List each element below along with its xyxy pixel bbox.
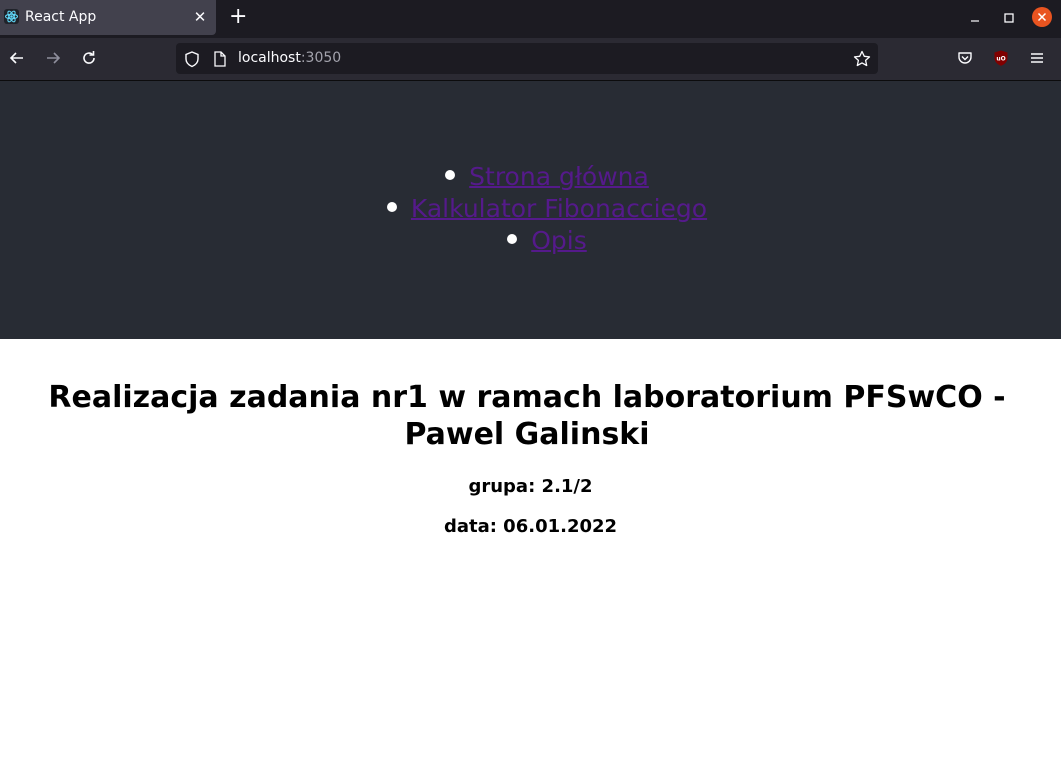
nav-item-home: Strona główna	[0, 161, 1061, 193]
minimize-icon[interactable]	[965, 8, 985, 28]
forward-arrow-icon[interactable]	[43, 48, 63, 68]
tab-strip: React App ✕ +	[0, 0, 1061, 38]
react-favicon-icon	[4, 9, 19, 24]
nav-link-description[interactable]: Opis	[531, 226, 587, 255]
nav-list: Strona główna Kalkulator Fibonacciego Op…	[0, 161, 1061, 257]
group-text: grupa: 2.1/2	[468, 476, 593, 497]
nav-item-fibonacci: Kalkulator Fibonacciego	[0, 193, 1061, 225]
bullet-icon	[445, 170, 456, 180]
bullet-icon	[386, 202, 397, 212]
reload-icon[interactable]	[79, 48, 99, 68]
url-host: localhost	[238, 50, 301, 66]
window-close-icon[interactable]	[1032, 7, 1052, 27]
page-title: Realizacja zadania nr1 w ramach laborato…	[48, 380, 1006, 452]
back-arrow-icon[interactable]	[7, 48, 27, 68]
ublock-origin-icon[interactable]: uO	[991, 48, 1011, 68]
date-text: data: 06.01.2022	[443, 516, 618, 537]
new-tab-icon[interactable]: +	[229, 6, 247, 28]
url-text[interactable]: localhost:3050	[238, 50, 341, 67]
url-bar[interactable]: localhost:3050	[176, 43, 878, 74]
page-icon[interactable]	[210, 49, 230, 69]
menu-icon[interactable]	[1027, 48, 1047, 68]
tab-close-icon[interactable]: ✕	[192, 8, 208, 26]
nav-item-description: Opis	[0, 225, 1061, 257]
nav-toolbar: localhost:3050 uO	[0, 38, 1061, 81]
browser-tab[interactable]: React App ✕	[0, 0, 216, 35]
tab-title: React App	[25, 9, 97, 25]
app-header: Strona główna Kalkulator Fibonacciego Op…	[0, 81, 1061, 339]
bullet-icon	[507, 234, 518, 244]
nav-link-fibonacci[interactable]: Kalkulator Fibonacciego	[411, 194, 707, 223]
shield-icon[interactable]	[182, 49, 202, 69]
maximize-icon[interactable]	[999, 8, 1019, 28]
svg-text:uO: uO	[996, 56, 1005, 63]
bookmark-star-icon[interactable]	[852, 49, 872, 69]
nav-link-home[interactable]: Strona główna	[469, 162, 649, 191]
pocket-icon[interactable]	[955, 48, 975, 68]
url-port: :3050	[300, 50, 342, 66]
